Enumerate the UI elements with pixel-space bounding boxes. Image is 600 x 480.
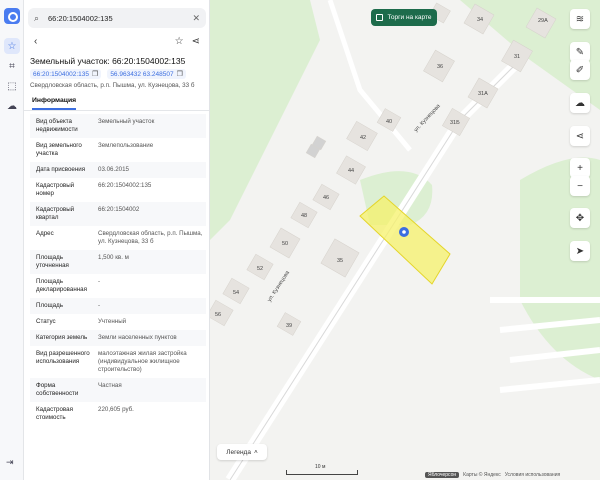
torgi-toggle-button[interactable]: Торги на карте	[371, 9, 437, 26]
clear-icon[interactable]: ✕	[192, 13, 200, 24]
house-number: 34	[477, 17, 483, 23]
table-row: Площадь уточненная 1,500 кв. м	[30, 250, 206, 274]
house-number: 40	[386, 119, 392, 125]
tabs: Информация	[24, 95, 209, 111]
table-row: Форма собственности Частная	[30, 378, 206, 402]
layers-nodes-icon[interactable]: ⌗	[4, 58, 20, 74]
legend-label: Легенда	[226, 448, 251, 456]
chevron-up-icon: ˄	[253, 448, 258, 456]
building	[210, 299, 234, 327]
table-row: Кадастровый квартал 66:20:1504002	[30, 202, 206, 226]
cloud-icon[interactable]: ☁	[4, 98, 20, 114]
cadastral-chip[interactable]: 66:20:1504002:135 ❐	[30, 69, 102, 79]
table-row: Площадь декларированная -	[36, 278, 101, 293]
legend-button[interactable]: Легенда ˄	[217, 444, 267, 460]
table-row: Адрес Свердловская область, р.п. Пышма, у…	[36, 230, 203, 245]
zoom-in-icon[interactable]: +	[570, 158, 590, 178]
attribution-maps[interactable]: Карты © Яндекс	[463, 472, 501, 478]
search-icon: ⌕	[34, 12, 40, 23]
cadastral-chip-text: 66:20:1504002:135	[33, 70, 90, 78]
chips-row: 66:20:1504002:135 ❐ 56.963432 63.248507 …	[30, 69, 186, 79]
table-row: Кадастровая стоимость 220,605 руб.	[36, 406, 134, 421]
selection-icon[interactable]: ⬚	[4, 78, 20, 94]
map-canvas: 34 29А 36 31 31А 31Б 40 42 44 46 48 50 5…	[210, 0, 600, 480]
house-number: 56	[215, 312, 221, 318]
cloud-upload-icon[interactable]: ☁	[570, 93, 590, 113]
scale-label: 10 м	[315, 464, 326, 470]
edit-icon[interactable]: ✐	[570, 60, 590, 80]
info-panel: ⌕ ✕ ‹ ☆ ⋖ Земельный участок: 66:20:15040…	[24, 0, 210, 480]
house-number: 44	[348, 168, 354, 174]
info-table: Вид объекта недвижимости Земельный участо…	[30, 114, 206, 426]
share-icon[interactable]: ⋖	[192, 36, 200, 47]
house-number: 48	[301, 213, 307, 219]
panel-title: Земельный участок: 66:20:1504002:135	[30, 56, 186, 66]
copy-icon[interactable]: ❐	[92, 70, 98, 78]
pencil-icon[interactable]: ✎	[570, 42, 590, 62]
search-input[interactable]	[48, 13, 193, 23]
table-row: Кадастровый номер 66:20:1504002:135	[36, 182, 152, 197]
table-row: Дата присвоения 03.06.2015	[30, 162, 206, 178]
table-row: Вид объекта недвижимости Земельный участо…	[30, 114, 206, 138]
street-label: ул. Кузнецова	[413, 103, 442, 134]
house-number: 52	[257, 266, 263, 272]
attribution-terms[interactable]: Условия использования	[505, 472, 561, 478]
house-number: 46	[323, 195, 329, 201]
favorites-star-icon[interactable]: ☆	[4, 38, 20, 54]
coords-chip[interactable]: 56.963432 63.248507 ❐	[107, 69, 186, 79]
house-number: 39	[286, 323, 292, 329]
house-number: 31Б	[450, 120, 460, 126]
share-nodes-icon[interactable]: ⋖	[570, 126, 590, 146]
logout-icon[interactable]: ⇥	[6, 457, 14, 468]
coords-chip-text: 56.963432 63.248507	[110, 70, 174, 78]
address-line: Свердловская область, р.п. Пышма, ул. Ку…	[30, 82, 195, 89]
layers-icon[interactable]: ≋	[570, 9, 590, 29]
attribution: Яблочерсон Карты © Яндекс Условия исполь…	[425, 471, 560, 479]
app-logo-icon[interactable]	[4, 8, 20, 24]
house-number: 35	[337, 258, 343, 264]
table-row: Статус Учтенный	[36, 318, 127, 325]
map-area[interactable]: 34 29А 36 31 31А 31Б 40 42 44 46 48 50 5…	[210, 0, 600, 480]
panel-toolbar: ‹ ☆ ⋖	[28, 32, 206, 50]
house-number: 42	[360, 135, 366, 141]
search-bar: ⌕ ✕	[28, 8, 206, 28]
table-row: Вид земельного участка Землепользование	[36, 142, 154, 157]
house-number: 31А	[478, 91, 488, 97]
zoom-out-icon[interactable]: −	[570, 176, 590, 196]
torgi-label: Торги на карте	[387, 14, 432, 21]
house-number: 36	[437, 64, 443, 70]
tab-information[interactable]: Информация	[32, 97, 77, 110]
house-number: 54	[233, 290, 239, 296]
table-row: Категория земель Земли населенных пунктов	[30, 330, 206, 346]
house-number: 31	[514, 54, 520, 60]
table-row: Вид разрешенного использования малоэтажна…	[36, 350, 187, 373]
back-arrow-icon[interactable]: ‹	[34, 36, 37, 47]
geolocation-icon[interactable]: ➤	[570, 241, 590, 261]
house-number: 29А	[538, 18, 548, 24]
favorite-star-icon[interactable]: ☆	[175, 36, 184, 47]
scale-bar: 10 м	[286, 464, 358, 475]
left-rail: ☆ ⌗ ⬚ ☁	[0, 0, 24, 480]
torgi-checkbox[interactable]	[376, 14, 384, 21]
copy-icon[interactable]: ❐	[177, 70, 183, 78]
pan-arrows-icon[interactable]: ✥	[570, 208, 590, 228]
table-row: Площадь -	[30, 298, 206, 314]
green-area	[210, 0, 320, 240]
street-label: ул. Кузнецова	[267, 269, 292, 303]
house-number: 50	[282, 241, 288, 247]
location-pin-icon[interactable]	[399, 227, 409, 237]
attribution-badge[interactable]: Яблочерсон	[425, 472, 460, 478]
